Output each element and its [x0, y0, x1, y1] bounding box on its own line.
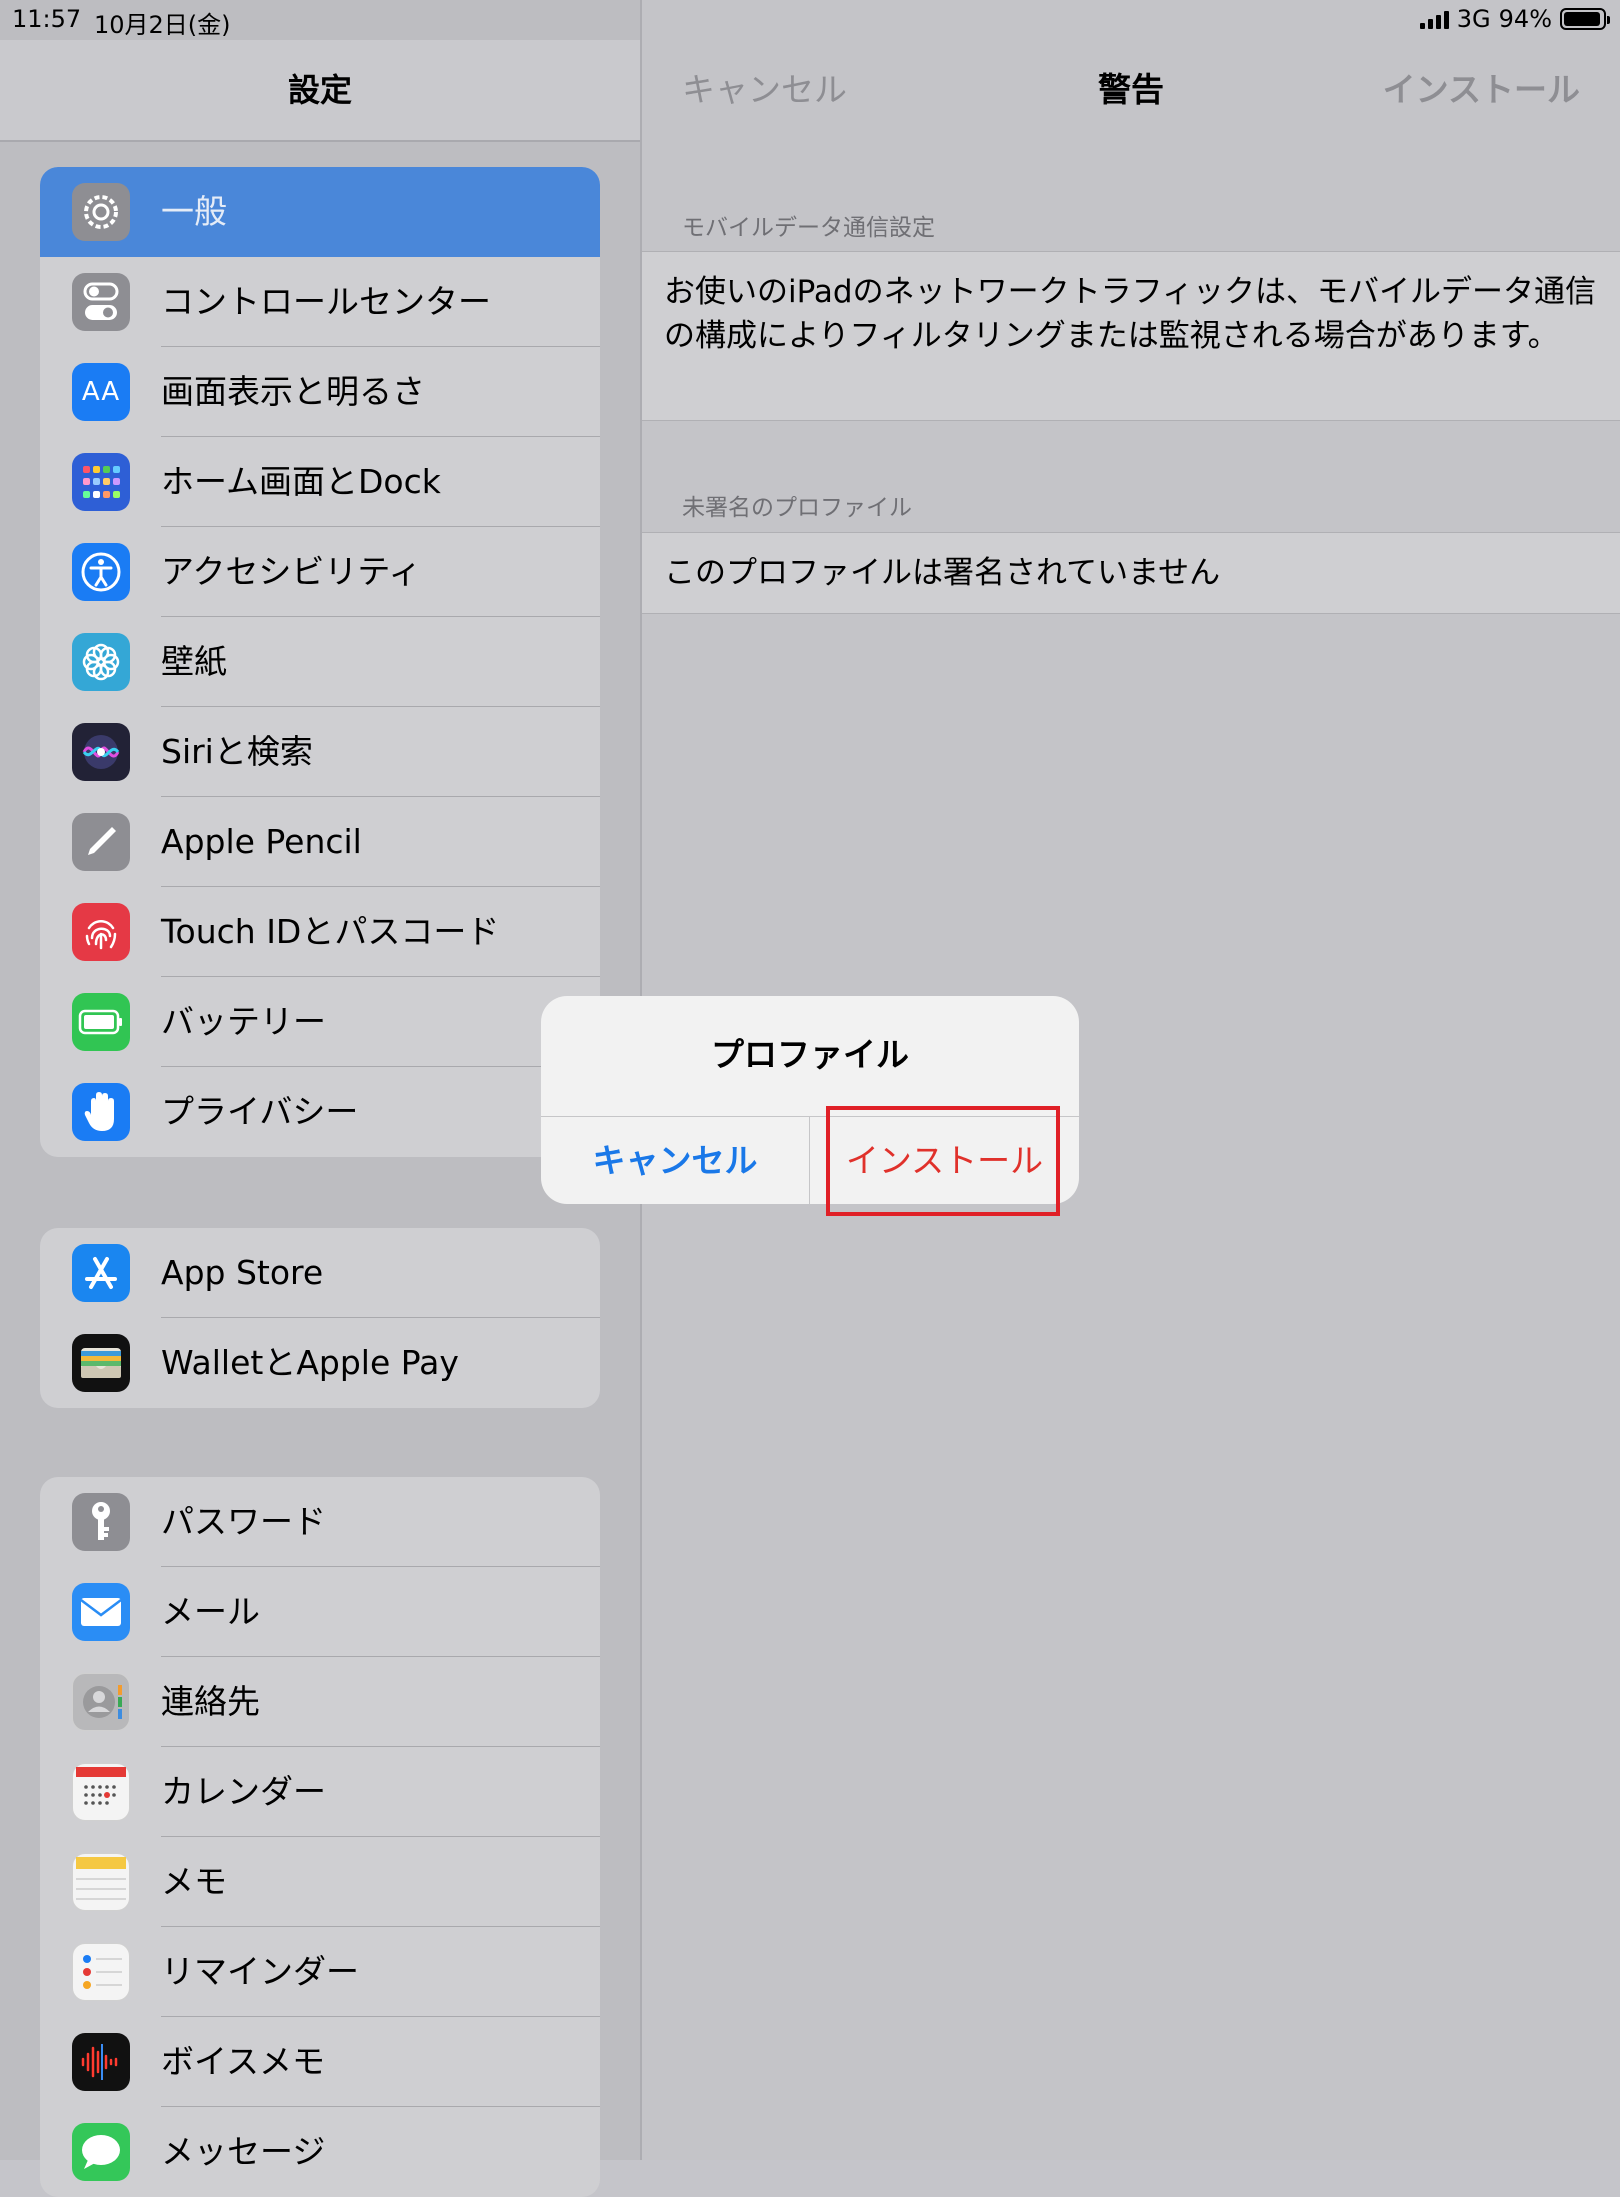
sidebar-item-label: WalletとApple Pay	[161, 1343, 459, 1382]
battery-icon	[1560, 8, 1610, 30]
pencil-icon	[72, 813, 130, 871]
status-time: 11:57	[12, 5, 82, 33]
sidebar-item-label: メモ	[161, 1862, 227, 1901]
sidebar-item-label: バッテリー	[161, 1002, 326, 1041]
settings-group-2: App Store WalletとApple Pay	[40, 1228, 600, 1408]
sidebar-item-label: コントロールセンター	[161, 282, 491, 321]
voice-memo-icon	[72, 2033, 130, 2091]
contacts-icon	[72, 1673, 130, 1731]
section-body-mobile-data: お使いのiPadのネットワークトラフィックは、モバイルデータ通信の構成によりフィ…	[642, 251, 1620, 421]
sidebar-item-reminders[interactable]: リマインダー	[40, 1927, 600, 2017]
detail-navbar: キャンセル 警告 インストール	[642, 40, 1620, 140]
nav-install-button[interactable]: インストール	[1383, 40, 1580, 140]
sidebar-item-flower[interactable]: 壁紙	[40, 617, 600, 707]
calendar-icon	[72, 1763, 130, 1821]
sidebar-item-key[interactable]: パスワード	[40, 1477, 600, 1567]
status-right: 3G 94%	[1419, 5, 1610, 33]
sidebar-item-label: リマインダー	[161, 1952, 359, 1991]
gear-icon	[72, 183, 130, 241]
cellular-signal-icon	[1419, 9, 1449, 29]
sidebar-item-label: アクセシビリティ	[161, 552, 422, 591]
sidebar-item-battery[interactable]: バッテリー	[40, 977, 600, 1067]
app-store-icon	[72, 1244, 130, 1302]
sidebar-item-label: ホーム画面とDock	[161, 462, 441, 501]
sidebar-item-app-grid[interactable]: ホーム画面とDock	[40, 437, 600, 527]
messages-icon	[72, 2123, 130, 2181]
sidebar-item-fingerprint[interactable]: Touch IDとパスコード	[40, 887, 600, 977]
settings-group-1: 一般コントロールセンター AA 画面表示と明るさ ホーム画面とDock アクセシビリティ…	[40, 167, 600, 1157]
sidebar-item-label: パスワード	[161, 1502, 326, 1541]
battery-fill	[1564, 12, 1600, 26]
sidebar-item-label: 連絡先	[161, 1682, 260, 1721]
sidebar-item-wallet[interactable]: WalletとApple Pay	[40, 1318, 600, 1408]
sidebar-item-gear[interactable]: 一般	[40, 167, 600, 257]
siri-icon	[72, 723, 130, 781]
hand-icon	[72, 1083, 130, 1141]
sidebar-item-label: Siriと検索	[161, 732, 313, 771]
status-bar: 11:57 10月2日(金) 3G 94%	[0, 0, 1620, 40]
sidebar-item-label: Apple Pencil	[161, 822, 362, 861]
fingerprint-icon	[72, 903, 130, 961]
alert-cancel-button[interactable]: キャンセル	[541, 1117, 809, 1204]
sidebar-item-label: App Store	[161, 1253, 324, 1292]
sidebar-item-pencil[interactable]: Apple Pencil	[40, 797, 600, 887]
battery-icon	[72, 993, 130, 1051]
sidebar-item-notes[interactable]: メモ	[40, 1837, 600, 1927]
highlight-box	[826, 1106, 1060, 1216]
sidebar-item-accessibility[interactable]: アクセシビリティ	[40, 527, 600, 617]
sidebar-title: 設定	[0, 40, 640, 142]
sidebar-item-label: ボイスメモ	[161, 2042, 326, 2081]
network-type: 3G	[1456, 5, 1491, 33]
sidebar-item-voice-memo[interactable]: ボイスメモ	[40, 2017, 600, 2107]
alert-title: プロファイル	[711, 1035, 909, 1074]
sidebar-item-label: 画面表示と明るさ	[161, 372, 425, 411]
status-date: 10月2日(金)	[94, 11, 231, 39]
notes-icon	[72, 1853, 130, 1911]
sidebar-item-calendar[interactable]: カレンダー	[40, 1747, 600, 1837]
section-body-unsigned: このプロファイルは署名されていません	[642, 532, 1620, 614]
sidebar-item-contacts[interactable]: 連絡先	[40, 1657, 600, 1747]
sidebar-item-messages[interactable]: メッセージ	[40, 2107, 600, 2197]
sidebar-item-label: メール	[161, 1592, 260, 1631]
reminders-icon	[72, 1943, 130, 2001]
mail-icon	[72, 1583, 130, 1641]
section-header-unsigned: 未署名のプロファイル	[682, 495, 912, 521]
sidebar-item-app-store[interactable]: App Store	[40, 1228, 600, 1318]
sidebar-item-label: プライバシー	[161, 1092, 359, 1131]
settings-group-3: パスワードメール連絡先カレンダーメモリマインダー ボイスメモメッセージ	[40, 1477, 600, 2197]
battery-percent: 94%	[1498, 5, 1552, 33]
wallet-icon	[72, 1334, 130, 1392]
flower-icon	[72, 633, 130, 691]
sidebar-item-hand[interactable]: プライバシー	[40, 1067, 600, 1157]
sidebar-item-siri[interactable]: Siriと検索	[40, 707, 600, 797]
sidebar-item-label: 壁紙	[161, 642, 227, 681]
sidebar-item-label: 一般	[161, 192, 227, 231]
sidebar-item-mail[interactable]: メール	[40, 1567, 600, 1657]
sidebar-item-toggle[interactable]: コントロールセンター	[40, 257, 600, 347]
toggle-icon	[72, 273, 130, 331]
sidebar-item-label: メッセージ	[161, 2132, 326, 2171]
key-icon	[72, 1493, 130, 1551]
accessibility-icon	[72, 543, 130, 601]
sidebar-item-label: カレンダー	[161, 1772, 326, 1811]
app-grid-icon	[72, 453, 130, 511]
text-size-icon: AA	[72, 363, 130, 421]
sidebar-item-text-size[interactable]: AA 画面表示と明るさ	[40, 347, 600, 437]
section-header-mobile-data: モバイルデータ通信設定	[682, 215, 935, 241]
sidebar-item-label: Touch IDとパスコード	[161, 912, 500, 951]
